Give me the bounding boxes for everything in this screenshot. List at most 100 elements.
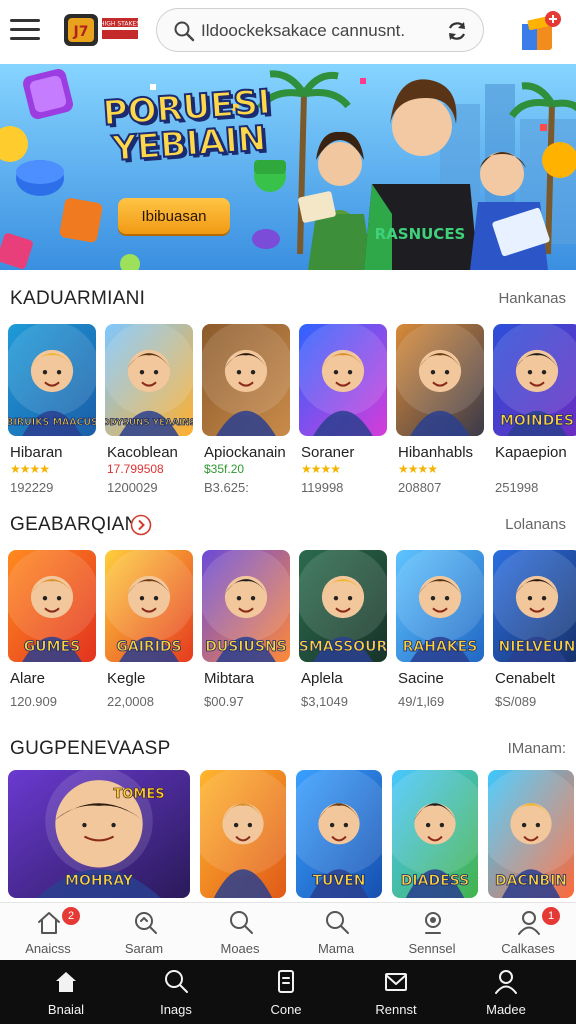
tab-label: Madee — [486, 1002, 526, 1017]
nav-item-saram[interactable]: Saram — [96, 907, 192, 961]
app-thumbnail[interactable]: MOINDES — [493, 324, 576, 436]
home-icon — [53, 968, 79, 996]
thumb-title-text: RAHAKES — [403, 639, 478, 655]
hamburger-menu-icon[interactable] — [10, 14, 40, 44]
app-card[interactable]: GAIRIDS Kegle 22,0008 — [105, 550, 195, 709]
location-pin-icon — [420, 909, 446, 937]
section-more-link[interactable]: Lolanans — [505, 516, 566, 533]
app-thumbnail[interactable]: TUVEN — [296, 770, 382, 898]
app-card[interactable]: DUSIUSNS Mibtara $00.97 — [202, 550, 292, 709]
app-card[interactable]: Soraner ★★★★ 119998 — [299, 324, 389, 495]
app-name: Cenabelt — [495, 670, 556, 687]
app-card[interactable]: NIELVEUN Cenabelt $S/089 — [493, 550, 576, 709]
section-header-2: GEABARQIAN Lolanans — [10, 512, 566, 540]
app-card[interactable]: MOINDES Kapaepion 251998 — [493, 324, 576, 495]
app-stat: 119998 — [301, 480, 344, 495]
app-stat: 192229 — [10, 480, 54, 495]
search-icon — [228, 909, 254, 937]
tab-rennst[interactable]: Rennst — [348, 966, 444, 1022]
section-header-3: GUGPENEVAASP IManam: — [10, 736, 566, 764]
app-card[interactable]: TUVEN — [296, 770, 382, 898]
app-thumbnail[interactable]: RAHAKES — [396, 550, 484, 662]
notification-badge: 1 — [542, 907, 560, 925]
thumb-title-text: NIELVEUN — [499, 639, 576, 655]
app-card[interactable]: Hibanhabls ★★★★ 208807 — [396, 324, 486, 495]
section-more-link[interactable]: IManam: — [508, 740, 566, 757]
search-query[interactable]: Ildoockeksakace cannusnt. — [201, 21, 405, 41]
tab-cone[interactable]: Cone — [238, 966, 334, 1022]
app-card[interactable]: GUMES Alare 120.909 — [8, 550, 98, 709]
app-thumbnail[interactable]: DACNBIN — [488, 770, 574, 898]
gift-box-icon[interactable] — [518, 10, 564, 54]
app-card[interactable]: SMASSOUR Aplela $3,1049 — [299, 550, 389, 709]
tab-label: Inags — [160, 1002, 192, 1017]
user-icon — [493, 968, 519, 996]
nav-item-calkases[interactable]: 1 Calkases — [480, 907, 576, 961]
section-title: GEABARQIAN — [10, 514, 139, 535]
tab-inags[interactable]: Inags — [128, 966, 224, 1022]
app-thumbnail[interactable]: GUMES — [8, 550, 96, 662]
home-outline-icon — [36, 909, 62, 937]
search-icon — [163, 968, 189, 996]
bottom-nav-dark: Bnaial Inags Cone Rennst Madee — [0, 960, 576, 1024]
thumb-title-text: MOINDES — [500, 413, 574, 429]
rating-stars: ★★★★ — [301, 462, 341, 476]
app-stat: 208807 — [398, 480, 442, 495]
promo-banner[interactable]: RASNUCES PORUESI YEBIAIN Ibibuasan — [0, 64, 576, 270]
app-name: Alare — [10, 670, 46, 687]
app-card[interactable]: DACNBIN — [488, 770, 574, 898]
app-price: 17.799508 — [107, 462, 164, 476]
search-icon — [174, 21, 195, 42]
app-name: Hibaran — [10, 444, 63, 461]
thumb-title-text: GAIRIDS — [116, 639, 181, 655]
tab-label: Bnaial — [47, 1002, 85, 1017]
refresh-icon[interactable] — [445, 19, 469, 43]
app-thumbnail[interactable] — [396, 324, 484, 436]
app-stat: $3,1049 — [301, 694, 348, 709]
thumb-title-text: DACNBIN — [495, 873, 567, 889]
tab-bnaial[interactable]: Bnaial — [18, 966, 114, 1022]
app-name: Sacine — [398, 670, 444, 687]
app-name: Kacoblean — [107, 444, 178, 461]
nav-label: Saram — [124, 941, 164, 956]
document-icon — [273, 968, 299, 996]
app-thumbnail[interactable]: DDYSUNS YEAAINS — [105, 324, 193, 436]
chevron-right-icon[interactable] — [130, 514, 152, 536]
nav-item-moaes[interactable]: Moaes — [192, 907, 288, 961]
nav-item-mama[interactable]: Mama — [288, 907, 384, 961]
app-card[interactable]: DIADESS — [392, 770, 478, 898]
app-row-1: BIRUIKS MAACUS Hibaran ★★★★ 192229 DDYSUNS Y… — [8, 324, 576, 514]
app-thumbnail[interactable]: GAIRIDS — [105, 550, 193, 662]
app-card[interactable]: RAHAKES Sacine 49/1,l69 — [396, 550, 486, 709]
section-more-link[interactable]: Hankanas — [498, 290, 566, 307]
app-logo[interactable]: J7 HIGH STAKES — [62, 12, 142, 48]
app-card[interactable]: BIRUIKS MAACUS Hibaran ★★★★ 192229 — [8, 324, 98, 495]
app-card[interactable]: Apiockanain $35f.20 B3.625: — [202, 324, 292, 495]
app-card[interactable]: MOHRAY TOMES — [8, 770, 190, 898]
nav-item-sennsel[interactable]: Sennsel — [384, 907, 480, 961]
thumb-title-text: DDYSUNS YEAAINS — [105, 418, 193, 428]
app-row-2: GUMES Alare 120.909 GAIRIDS Kegle 22,0008 DUSI… — [8, 550, 576, 740]
app-thumbnail[interactable] — [200, 770, 286, 898]
app-thumbnail[interactable] — [202, 324, 290, 436]
app-thumbnail[interactable]: MOHRAY TOMES — [8, 770, 190, 898]
search-bar[interactable]: Ildoockeksakace cannusnt. — [156, 8, 484, 52]
search-icon — [324, 909, 350, 937]
app-thumbnail[interactable]: DIADESS — [392, 770, 478, 898]
app-card[interactable]: DDYSUNS YEAAINS Kacoblean 17.799508 1200029 — [105, 324, 195, 495]
thumb-title-text: BIRUIKS MAACUS — [8, 417, 96, 428]
app-thumbnail[interactable]: SMASSOUR — [299, 550, 387, 662]
top-bar: J7 HIGH STAKES Ildoockeksakace cannusnt. — [0, 0, 576, 62]
tab-madee[interactable]: Madee — [458, 966, 554, 1022]
app-card[interactable] — [200, 770, 286, 898]
thumb-title-text: TOMES — [113, 787, 164, 802]
app-stat: 1200029 — [107, 480, 158, 495]
user-icon — [516, 909, 542, 937]
banner-cta-button[interactable]: Ibibuasan — [118, 198, 230, 234]
nav-item-anaicss[interactable]: 2 Anaicss — [0, 907, 96, 961]
app-thumbnail[interactable]: DUSIUSNS — [202, 550, 290, 662]
app-stat: 120.909 — [10, 694, 57, 709]
app-thumbnail[interactable] — [299, 324, 387, 436]
app-thumbnail[interactable]: BIRUIKS MAACUS — [8, 324, 96, 436]
app-thumbnail[interactable]: NIELVEUN — [493, 550, 576, 662]
